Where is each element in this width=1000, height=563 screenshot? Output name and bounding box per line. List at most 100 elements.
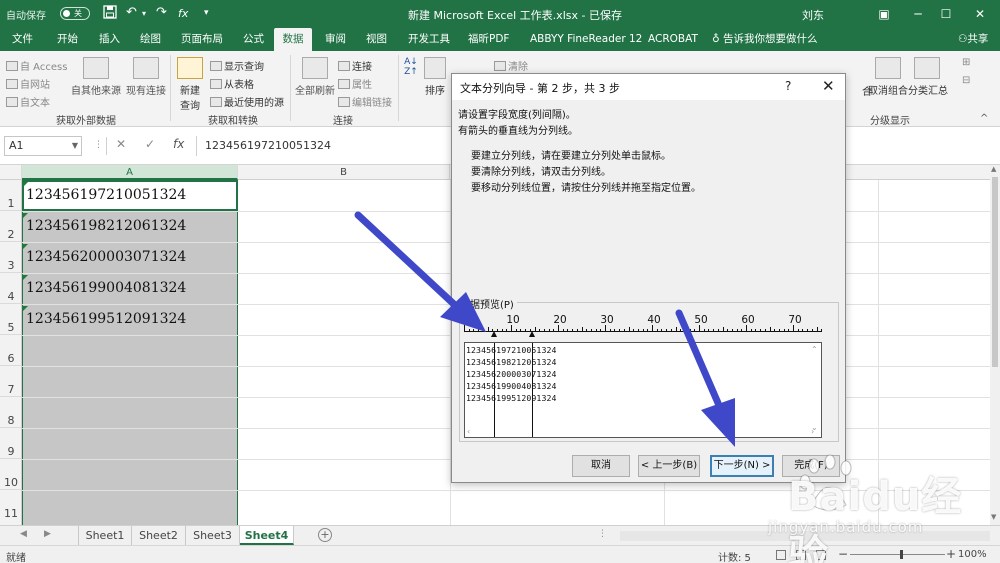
preview-scroll-left-icon[interactable]: ‹ — [467, 427, 470, 436]
close-window-icon[interactable]: ✕ — [968, 4, 992, 24]
name-box[interactable]: A1 ▼ — [4, 136, 82, 156]
tab-developer[interactable]: 开发工具 — [403, 28, 455, 51]
tab-review[interactable]: 审阅 — [320, 28, 351, 51]
tab-draw[interactable]: 绘图 — [135, 28, 166, 51]
row-header[interactable]: 4 — [0, 273, 22, 304]
from-access-button[interactable]: 自 Access — [6, 58, 67, 73]
tab-view[interactable]: 视图 — [361, 28, 392, 51]
collapse-ribbon-icon[interactable]: ^ — [980, 113, 988, 124]
from-table-button[interactable]: 从表格 — [210, 76, 254, 91]
tab-foxit-pdf[interactable]: 福昕PDF — [463, 28, 514, 51]
subtotal-button[interactable]: 分类汇总 — [908, 57, 948, 97]
row-header[interactable]: 3 — [0, 242, 22, 273]
column-break-line[interactable] — [494, 343, 496, 437]
scrollbar-thumb[interactable] — [992, 177, 998, 367]
column-ruler[interactable]: 10 20 30 40 50 60 70 — [464, 314, 824, 334]
ribbon-display-icon[interactable]: ▣ — [872, 4, 896, 24]
row-header[interactable]: 2 — [0, 211, 22, 242]
sheet-tab-4[interactable]: Sheet4 — [240, 526, 294, 545]
qat-customize-icon[interactable]: ▾ — [204, 8, 209, 18]
column-break-line[interactable] — [531, 343, 533, 437]
autosave-toggle[interactable]: 关 — [60, 7, 90, 20]
ruler-tick — [717, 329, 719, 332]
insert-function-icon[interactable]: fx — [173, 137, 184, 151]
row-header[interactable]: 5 — [0, 304, 22, 335]
sheet-prev-icon[interactable]: ◀ — [20, 529, 27, 539]
sort-az-button[interactable]: A↓ Z↑ — [402, 57, 420, 77]
close-icon[interactable]: ✕ — [822, 77, 835, 95]
help-icon[interactable]: ? — [785, 79, 791, 93]
from-text-button[interactable]: 自文本 — [6, 94, 50, 109]
row-header[interactable]: 7 — [0, 366, 22, 397]
function-icon[interactable]: fx — [178, 7, 188, 20]
row-header[interactable]: 9 — [0, 428, 22, 459]
save-icon[interactable] — [103, 5, 117, 23]
row-header[interactable]: 6 — [0, 335, 22, 366]
select-all-corner[interactable] — [0, 165, 22, 180]
new-query-button[interactable]: 新建 查询 — [174, 57, 206, 112]
preview-scroll-right-icon[interactable]: › — [811, 427, 814, 436]
existing-connections-button[interactable]: 现有连接 — [124, 57, 168, 97]
column-break-arrow[interactable] — [528, 331, 535, 337]
ungroup-button[interactable]: 取消组合 — [868, 57, 908, 97]
cell-a3[interactable]: 123456200003071324 — [26, 249, 186, 265]
data-preview-box[interactable]: 123456197210051324 123456198212061324 12… — [464, 342, 822, 438]
tab-home[interactable]: 开始 — [52, 28, 83, 51]
next-button[interactable]: 下一步(N) > — [710, 455, 774, 477]
other-sources-button[interactable]: 自其他来源 — [70, 57, 122, 97]
scroll-down-icon[interactable]: ▼ — [991, 513, 996, 521]
cancel-icon[interactable]: ✕ — [116, 137, 126, 151]
tab-acrobat[interactable]: ACROBAT — [643, 28, 703, 51]
undo-icon[interactable]: ↶ — [126, 5, 137, 20]
column-header-a[interactable]: A — [22, 165, 238, 180]
connections-button[interactable]: 连接 — [338, 58, 372, 73]
row-header[interactable]: 1 — [0, 180, 22, 211]
clear-button[interactable]: 清除 — [494, 58, 528, 73]
tab-abbyy[interactable]: ABBYY FineReader 12 — [525, 28, 647, 51]
share-button[interactable]: ⚇共享 — [958, 28, 988, 51]
user-name[interactable]: 刘东 — [802, 7, 824, 23]
tab-page-layout[interactable]: 页面布局 — [176, 28, 228, 51]
enter-icon[interactable]: ✓ — [145, 137, 155, 151]
tab-formulas[interactable]: 公式 — [238, 28, 269, 51]
column-header-b[interactable]: B — [238, 165, 450, 180]
row-header[interactable]: 8 — [0, 397, 22, 428]
title-bar: 自动保存 关 ↶ ▾ ↷ fx ▾ 新建 Microsoft Excel 工作表… — [0, 0, 1000, 28]
outline-expand-icon[interactable]: ⊞ — [962, 57, 970, 68]
cell-a1[interactable]: 123456197210051324 — [26, 187, 186, 203]
chevron-down-icon[interactable]: ▼ — [72, 137, 78, 155]
undo-dropdown-icon[interactable]: ▾ — [142, 9, 146, 18]
outline-collapse-icon[interactable]: ⊟ — [962, 75, 970, 86]
show-queries-button[interactable]: 显示查询 — [210, 58, 264, 73]
sheet-tab-3[interactable]: Sheet3 — [186, 526, 240, 545]
tab-file[interactable]: 文件 — [7, 28, 38, 51]
redo-icon[interactable]: ↷ — [156, 5, 167, 20]
column-break-arrow[interactable] — [491, 331, 498, 337]
back-button[interactable]: < 上一步(B) — [638, 455, 700, 477]
cancel-button[interactable]: 取消 — [572, 455, 630, 477]
preview-scroll-up-icon[interactable]: ⌃ — [811, 345, 818, 354]
scroll-up-icon[interactable]: ▲ — [991, 165, 996, 173]
edit-links-button[interactable]: 编辑链接 — [338, 94, 392, 109]
row-header[interactable]: 10 — [0, 459, 22, 490]
vertical-scrollbar[interactable]: ▲ ▼ — [990, 165, 1000, 525]
sheet-tab-1[interactable]: Sheet1 — [78, 526, 132, 545]
refresh-all-button[interactable]: 全部刷新 — [294, 57, 336, 97]
sheet-tab-2[interactable]: Sheet2 — [132, 526, 186, 545]
sort-button[interactable]: 排序 — [420, 57, 450, 97]
recent-sources-button[interactable]: 最近使用的源 — [210, 94, 284, 109]
cell-a5[interactable]: 123456199512091324 — [26, 311, 186, 327]
properties-button[interactable]: 属性 — [338, 76, 372, 91]
cell-a2[interactable]: 123456198212061324 — [26, 218, 186, 234]
tab-insert[interactable]: 插入 — [94, 28, 125, 51]
tab-split-icon[interactable]: ⋮ — [598, 529, 607, 539]
tell-me-search[interactable]: ♁ 告诉我你想要做什么 — [712, 28, 818, 51]
row-header[interactable]: 11 — [0, 490, 22, 525]
maximize-icon[interactable]: ☐ — [934, 4, 958, 24]
from-web-button[interactable]: 自网站 — [6, 76, 50, 91]
cell-a4[interactable]: 123456199004081324 — [26, 280, 186, 296]
minimize-icon[interactable]: ─ — [906, 4, 930, 24]
sheet-next-icon[interactable]: ▶ — [44, 529, 51, 539]
tab-data[interactable]: 数据 — [274, 28, 312, 51]
add-sheet-icon[interactable]: + — [318, 528, 332, 542]
